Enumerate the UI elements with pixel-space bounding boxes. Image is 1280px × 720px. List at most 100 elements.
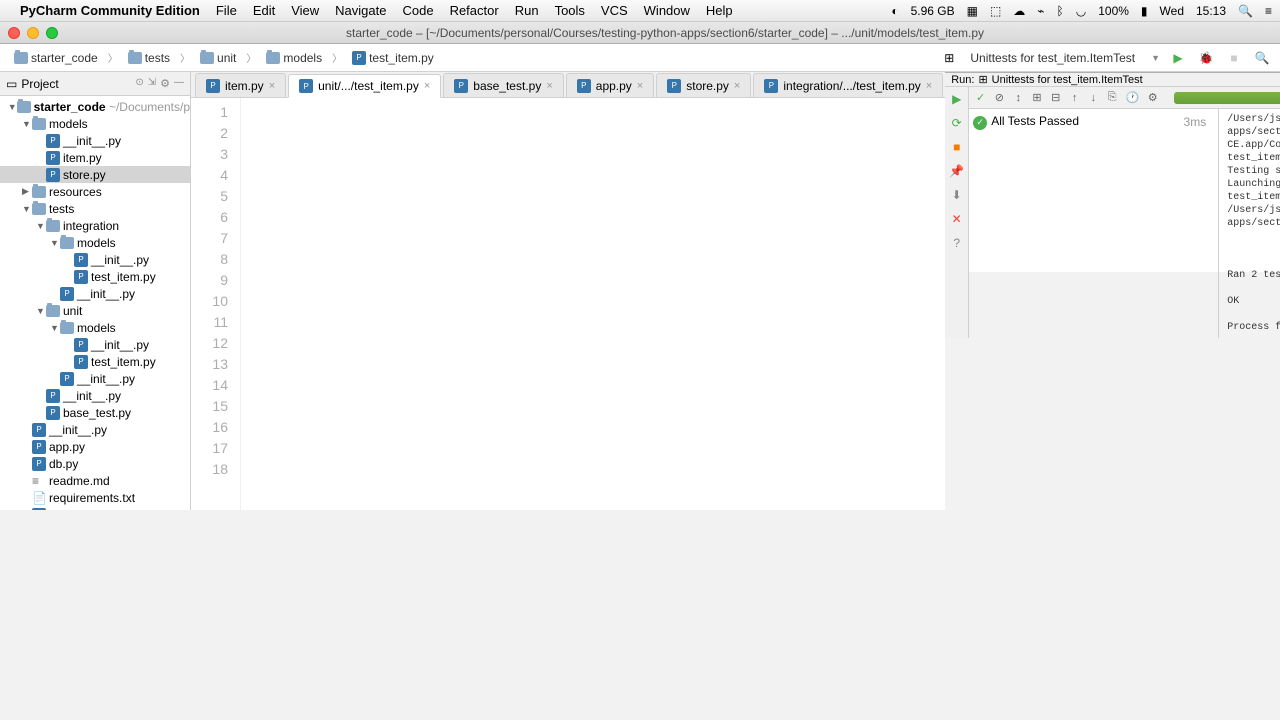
menu-navigate[interactable]: Navigate [335, 3, 386, 18]
gear-icon[interactable]: ⚙ [1147, 90, 1158, 106]
close-icon[interactable]: × [424, 80, 430, 92]
tree-file[interactable]: Papp.py [0, 438, 190, 455]
run-button[interactable]: ▶ [1168, 48, 1188, 68]
tree-folder-models[interactable]: ▼models [0, 115, 190, 132]
menu-tools[interactable]: Tools [555, 3, 585, 18]
close-icon[interactable]: × [637, 80, 643, 92]
tree-file[interactable]: P__init__.py [0, 336, 190, 353]
menu-icon[interactable]: ≡ [1265, 4, 1272, 18]
editor-tab[interactable]: Pitem.py× [195, 73, 286, 97]
tree-file[interactable]: P__init__.py [0, 285, 190, 302]
bluetooth-icon[interactable]: ᛒ [1057, 4, 1064, 18]
project-panel-header[interactable]: ▭ Project ⊙ ⇲ ⚙ — [0, 72, 190, 96]
tree-root[interactable]: ▼starter_code ~/Documents/p [0, 98, 190, 115]
breadcrumb-item[interactable]: unit [194, 49, 242, 67]
tree-folder-integration[interactable]: ▼integration [0, 217, 190, 234]
tree-folder-tests[interactable]: ▼tests [0, 200, 190, 217]
tree-folder[interactable]: ▼models [0, 234, 190, 251]
tree-file[interactable]: P__init__.py [0, 251, 190, 268]
hide-icon[interactable]: — [174, 77, 184, 90]
export-icon[interactable]: ⎘ [1107, 90, 1118, 106]
test-console[interactable]: /Users/jslvtr/Documents/personal/Courses… [1219, 109, 1280, 338]
tree-file[interactable]: Pdb.py [0, 455, 190, 472]
close-icon[interactable]: × [269, 80, 275, 92]
close-window-button[interactable] [8, 27, 20, 39]
clock-time[interactable]: 15:13 [1196, 4, 1226, 18]
tree-file[interactable]: P__init__.py [0, 421, 190, 438]
next-icon[interactable]: ↓ [1088, 90, 1099, 106]
gear-icon[interactable]: ⚙ [160, 77, 170, 90]
tray-icon[interactable]: ☁ [1013, 4, 1025, 18]
tree-folder-unit[interactable]: ▼unit [0, 302, 190, 319]
tray-icon[interactable]: ▦ [967, 4, 978, 18]
history-icon[interactable]: 🕐 [1126, 90, 1140, 106]
tree-file-selected[interactable]: Pstore.py [0, 166, 190, 183]
tree-file[interactable]: P__init__.py [0, 387, 190, 404]
collapse-all-icon[interactable]: ⊟ [1050, 90, 1061, 106]
menu-run[interactable]: Run [515, 3, 539, 18]
tree-folder[interactable]: ▼models [0, 319, 190, 336]
rerun-failed-button[interactable]: ⟳ [949, 115, 965, 131]
show-passed-icon[interactable]: ✓ [975, 90, 986, 106]
project-tree[interactable]: ▼starter_code ~/Documents/p ▼models P__i… [0, 96, 190, 510]
menu-view[interactable]: View [291, 3, 319, 18]
tree-folder-resources[interactable]: ▶resources [0, 183, 190, 200]
test-tree-root[interactable]: ✓All Tests Passed 3ms [973, 113, 1214, 131]
dropdown-icon[interactable]: ▼ [1151, 53, 1160, 63]
editor-tab[interactable]: Papp.py× [566, 73, 654, 97]
wifi-icon[interactable]: ◡ [1076, 4, 1086, 18]
breadcrumb-item[interactable]: tests [122, 49, 176, 67]
tree-file[interactable]: Ptest_item.py [0, 353, 190, 370]
tree-file[interactable]: Ptest_item.py [0, 268, 190, 285]
scroll-to-icon[interactable]: ⇲ [148, 77, 156, 90]
menu-file[interactable]: File [216, 3, 237, 18]
spotlight-icon[interactable]: 🔍 [1238, 4, 1253, 18]
rerun-button[interactable]: ▶ [949, 91, 965, 107]
breadcrumb-item[interactable]: starter_code [8, 49, 104, 67]
close-icon[interactable]: × [926, 80, 932, 92]
breadcrumb-item[interactable]: Ptest_item.py [346, 49, 440, 67]
tree-file[interactable]: Prun.py [0, 506, 190, 510]
maximize-window-button[interactable] [46, 27, 58, 39]
close-button[interactable]: ✕ [949, 211, 965, 227]
menu-code[interactable]: Code [402, 3, 433, 18]
run-configuration-selector[interactable]: Unittests for test_item.ItemTest [962, 49, 1143, 67]
toggle-autotest-button[interactable]: ■ [949, 139, 965, 155]
tree-file[interactable]: 📄requirements.txt [0, 489, 190, 506]
stop-button[interactable]: ■ [1224, 48, 1244, 68]
memory-indicator[interactable]: 5.96 GB [911, 4, 955, 18]
menu-refactor[interactable]: Refactor [450, 3, 499, 18]
tree-file[interactable]: Pitem.py [0, 149, 190, 166]
debug-button[interactable]: 🐞 [1196, 48, 1216, 68]
battery-icon[interactable]: ▮ [1141, 4, 1148, 18]
editor-tab-active[interactable]: Punit/.../test_item.py× [288, 74, 441, 98]
tree-file[interactable]: P__init__.py [0, 370, 190, 387]
expand-all-icon[interactable]: ⊞ [1032, 90, 1043, 106]
pin-button[interactable]: 📌 [949, 163, 965, 179]
menu-help[interactable]: Help [706, 3, 733, 18]
search-everywhere-button[interactable]: 🔍 [1252, 48, 1272, 68]
line-gutter[interactable]: 123456789101112131415161718 from unittes… [191, 98, 241, 510]
menu-vcs[interactable]: VCS [601, 3, 628, 18]
code-editor[interactable]: 123456789101112131415161718 from unittes… [191, 98, 945, 510]
breadcrumb-item[interactable]: models [260, 49, 328, 67]
tree-file[interactable]: P__init__.py [0, 132, 190, 149]
tray-icon[interactable]: ⬚ [990, 4, 1001, 18]
close-icon[interactable]: × [546, 80, 552, 92]
editor-tab[interactable]: Pbase_test.py× [443, 73, 563, 97]
menu-window[interactable]: Window [644, 3, 690, 18]
show-ignored-icon[interactable]: ⊘ [994, 90, 1005, 106]
minimize-window-button[interactable] [27, 27, 39, 39]
status-icon[interactable]: ◐ [891, 4, 898, 18]
menu-edit[interactable]: Edit [253, 3, 275, 18]
battery-indicator[interactable]: 100% [1098, 4, 1129, 18]
editor-tab[interactable]: Pstore.py× [656, 73, 751, 97]
editor-tab[interactable]: Pintegration/.../test_item.py× [753, 73, 943, 97]
code-content[interactable]: from unittest import TestCase from model… [191, 480, 228, 510]
help-button[interactable]: ? [949, 235, 965, 251]
tree-file[interactable]: ≡readme.md [0, 472, 190, 489]
close-icon[interactable]: × [734, 80, 740, 92]
test-tree[interactable]: ✓All Tests Passed 3ms [969, 109, 1219, 338]
down-button[interactable]: ⬇ [949, 187, 965, 203]
tree-file[interactable]: Pbase_test.py [0, 404, 190, 421]
